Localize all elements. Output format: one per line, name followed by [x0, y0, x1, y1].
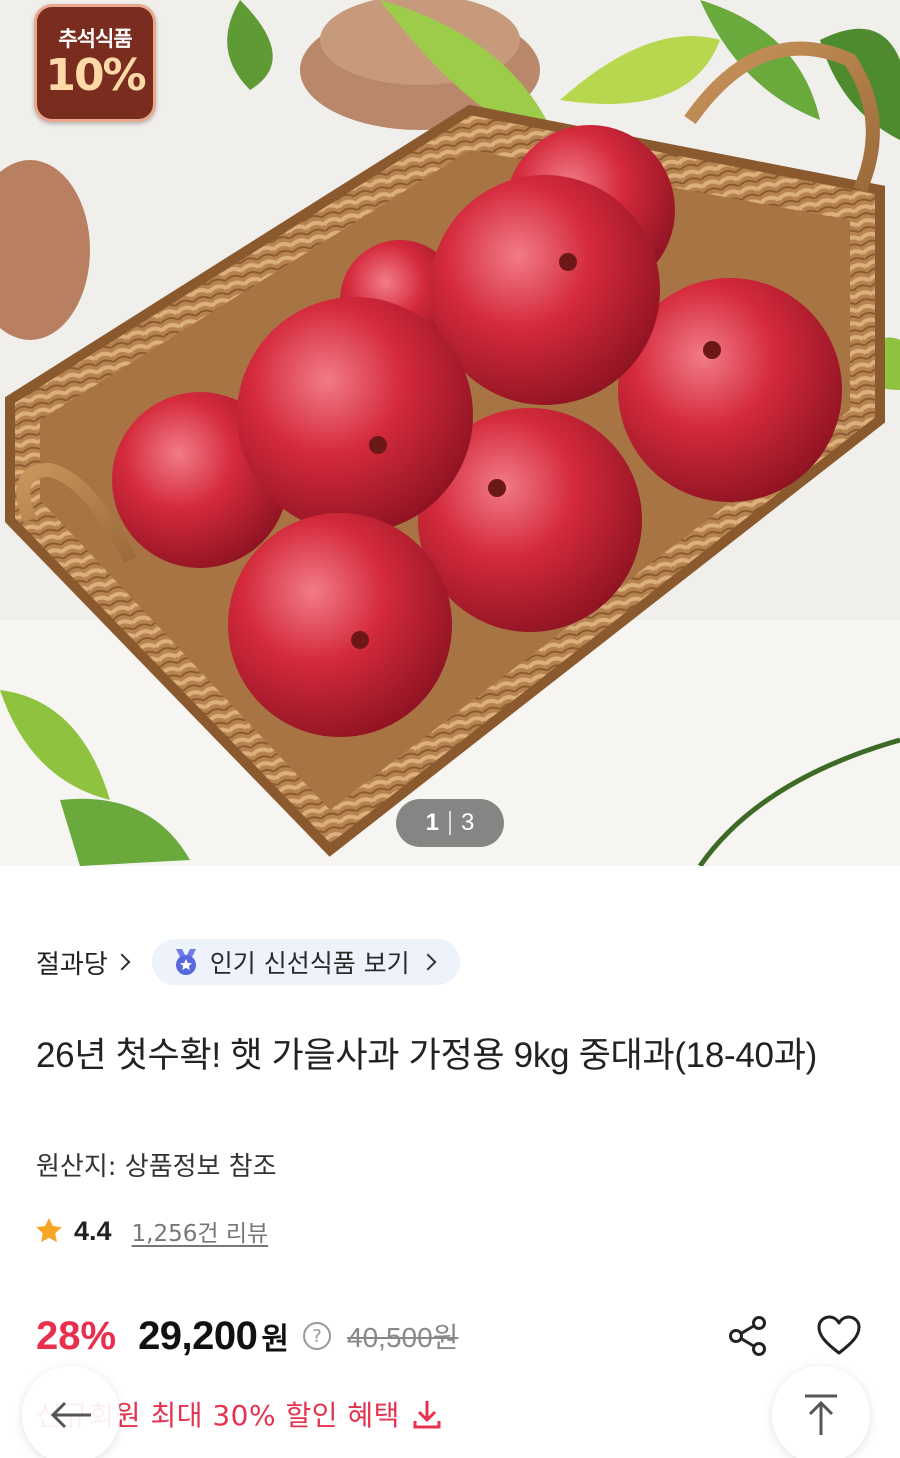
price-unit: 원	[261, 1322, 290, 1357]
price-row: 28% 29,200 원 ? 40,500원	[36, 1306, 458, 1366]
discount-rate: 28%	[36, 1313, 117, 1358]
product-photo	[0, 0, 900, 866]
rating-row: 4.4 1,256건 리뷰	[34, 1214, 268, 1248]
back-button[interactable]	[22, 1366, 120, 1458]
promo-badge-label: 추석식품	[58, 27, 132, 51]
price-help-icon[interactable]: ?	[303, 1322, 332, 1350]
fresh-food-label: 인기 신선식품 보기	[209, 949, 410, 978]
pager-total: 3	[461, 809, 475, 836]
medal-icon	[175, 949, 196, 975]
download-icon	[413, 1401, 441, 1429]
seller-row: 절과당 인기 신선식품 보기	[36, 938, 460, 986]
promo-badge-percent: 10%	[45, 50, 146, 101]
sale-price: 29,200	[138, 1313, 258, 1358]
product-origin: 원산지: 상품정보 참조	[36, 1152, 277, 1182]
product-title: 26년 첫수확! 햇 가을사과 가정용 9kg 중대과(18-40과)	[36, 1036, 817, 1075]
original-price: 40,500원	[347, 1322, 459, 1353]
scroll-top-button[interactable]	[772, 1366, 870, 1458]
heart-icon[interactable]	[816, 1314, 862, 1356]
product-image-carousel[interactable]: 추석식품 10% 1 3	[0, 0, 900, 866]
promo-badge: 추석식품 10%	[34, 4, 156, 122]
image-pager: 1 3	[396, 799, 504, 847]
review-count-link[interactable]: 1,256건 리뷰	[132, 1214, 269, 1248]
scroll-top-icon	[805, 1394, 837, 1435]
seller-name: 절과당	[36, 949, 108, 980]
chevron-right-icon	[113, 953, 131, 971]
pager-current: 1	[425, 809, 439, 836]
seller-link[interactable]: 절과당	[36, 944, 131, 981]
rating-score: 4.4	[74, 1215, 112, 1246]
chevron-right-icon	[419, 953, 437, 971]
pager-divider	[449, 811, 451, 835]
star-icon	[36, 1217, 62, 1243]
share-icon[interactable]	[726, 1314, 770, 1358]
fresh-food-link[interactable]: 인기 신선식품 보기	[151, 939, 460, 985]
arrow-left-icon	[50, 1401, 91, 1429]
